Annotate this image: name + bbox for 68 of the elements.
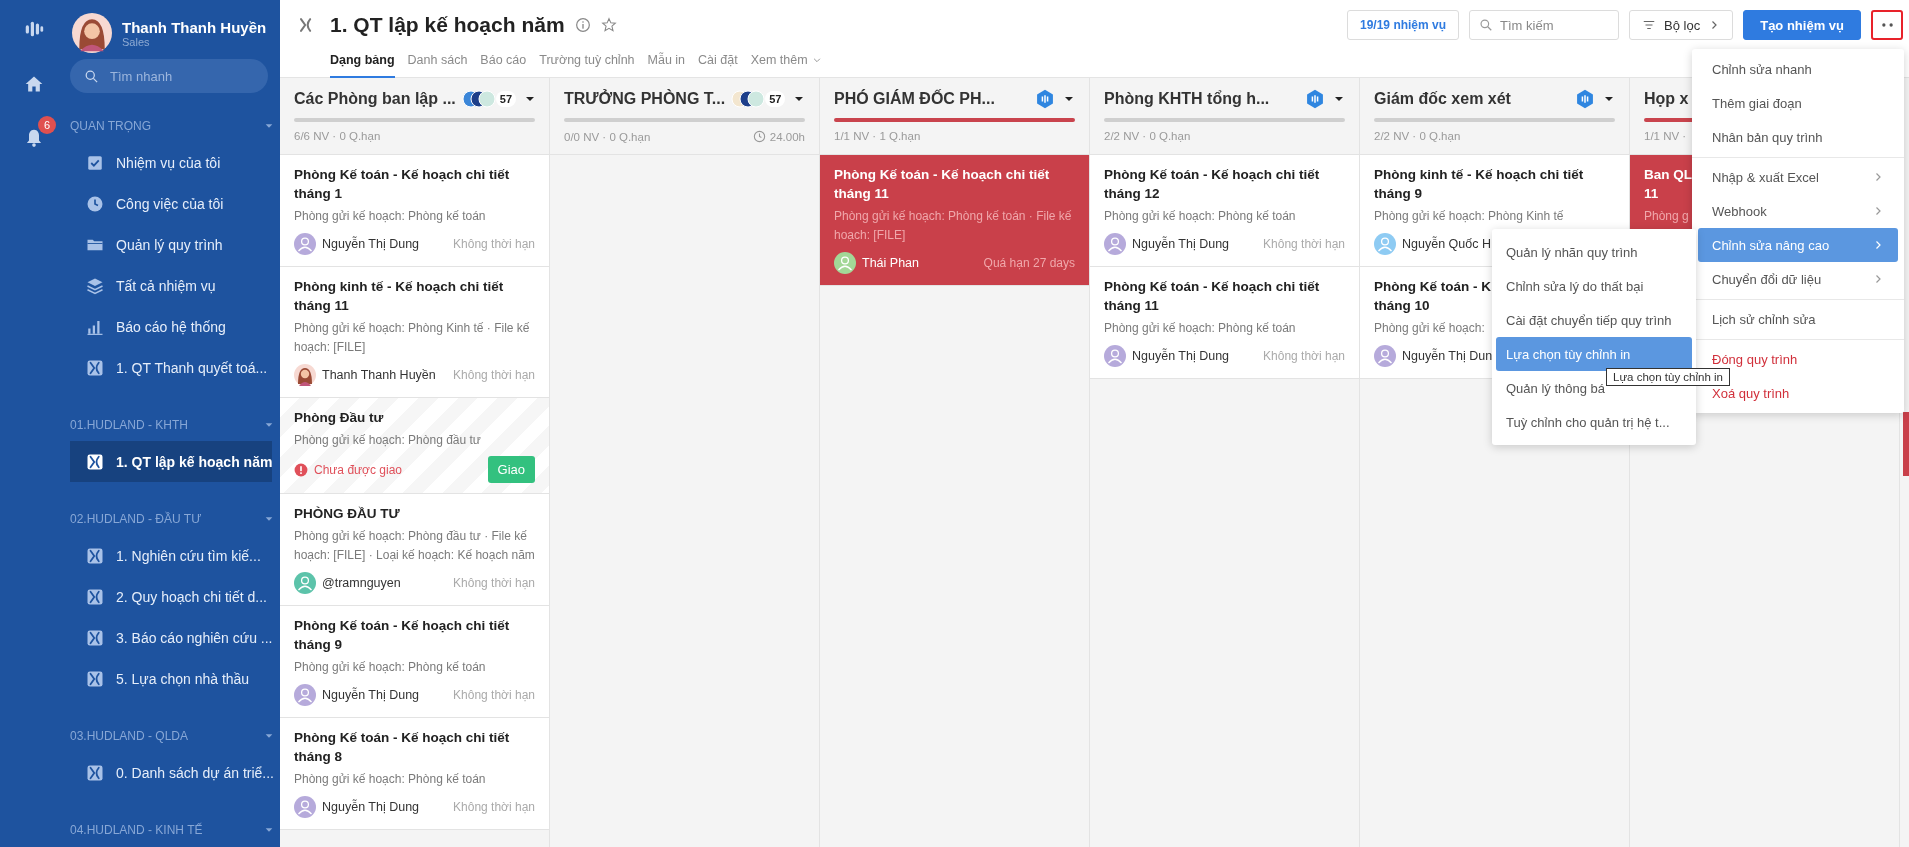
assignee-name: Nguyễn Thị Dung <box>322 800 420 814</box>
due-label: Không thời hạn <box>1263 237 1345 251</box>
column-stats: 0/0 NV · 0 Q.hạn <box>564 130 651 143</box>
due-label: Không thời hạn <box>453 237 535 251</box>
card-title: Phòng Kế toán - Kế hoạch chi tiết tháng 11 <box>1104 278 1321 315</box>
card-description: Phòng gửi kế hoạch: Phòng kế toán · File kế hoạch: [FILE] <box>834 208 1073 244</box>
assignee-name: Thanh Thanh Huyền <box>322 368 436 382</box>
card-description: Phòng g <box>1644 208 1689 225</box>
assignee-name: Nguyễn Thị Dung <box>1132 237 1230 251</box>
group-title: QUAN TRỌNG <box>70 119 152 133</box>
column-title: TRƯỞNG PHÒNG T... <box>564 90 726 108</box>
status-text: Chưa được giao <box>314 462 402 477</box>
card-description: Phòng gửi kế hoạch: Phòng kế toán <box>294 208 486 225</box>
card-description: Phòng gửi kế hoạch: Phòng Kinh tế · File kế hoạch: [FILE] <box>294 320 531 356</box>
assignee-name: Nguyễn Thị Dun <box>1402 349 1493 363</box>
group-title: 04.HUDLAND - KINH TẾ <box>70 823 203 837</box>
assignee-name: Nguyễn Quốc H <box>1402 237 1491 251</box>
column-stats: 2/2 NV · 0 Q.hạn <box>1104 130 1191 142</box>
user-name: Thanh Thanh Huyền <box>122 18 267 36</box>
due-label: Không thời hạn <box>453 368 535 382</box>
column-title: Giám đốc xem xét <box>1374 90 1511 108</box>
card-title: Phòng kinh tế - Kế hoạch chi tiết tháng 9 <box>1374 166 1585 203</box>
assignee-name: @tramnguyen <box>322 576 401 590</box>
card-description: Phòng gửi kế hoạch: Phòng Kinh tế <box>1374 208 1564 225</box>
assignee-name: Thái Phan <box>862 256 919 270</box>
column-title: Họp x <box>1644 90 1689 108</box>
card-title: Phòng Kế toán - Kế hoạch chi tiết tháng 9 <box>294 617 511 654</box>
card-description: Phòng gửi kế hoạch: Phòng kế toán <box>1104 208 1296 225</box>
column-title: Phòng KHTH tổng h... <box>1104 90 1270 108</box>
card-title: Phòng Đầu tư <box>294 409 384 427</box>
member-count: 57 <box>495 91 517 107</box>
card-description: Phòng gửi kế hoạch: <box>1374 320 1485 337</box>
column-title: Các Phòng ban lập ... <box>294 90 456 108</box>
column-title: PHÓ GIÁM ĐỐC PH... <box>834 90 995 108</box>
due-label: Không thời hạn <box>453 800 535 814</box>
due-label: Không thời hạn <box>1263 349 1345 363</box>
card-description: Phòng gửi kế hoạch: Phòng kế toán <box>294 659 486 676</box>
card-title: Phòng Kế toán - Kế hoạch chi tiết tháng 1 <box>294 166 511 203</box>
card-title: Phòng Kế toán - Kế hoạch chi tiết tháng 11 <box>834 166 1051 203</box>
user-role: Sales <box>122 35 151 48</box>
column-stats: 1/1 NV · <box>1644 130 1687 142</box>
due-label: Không thời hạn <box>453 576 535 590</box>
card-title: Phòng kinh tế - Kế hoạch chi tiết tháng 11 <box>294 278 505 315</box>
card-description: Phòng gửi kế hoạch: Phòng đầu tư · File kế hoạch: [FILE] · Loại kế hoạch: Kế hoạch năm <box>294 528 535 564</box>
assignee-name: Nguyễn Thị Dung <box>322 237 420 251</box>
due-label: Quá hạn 27 days <box>983 256 1075 270</box>
card-description: Phòng gửi kế hoạch: Phòng kế toán <box>1104 320 1296 337</box>
card-description: Phòng gửi kế hoạch: Phòng kế toán <box>294 771 486 788</box>
group-title: 02.HUDLAND - ĐẦU TƯ <box>70 512 202 526</box>
card-title: Ban QL 11 <box>1644 166 1692 203</box>
card-title: Phòng Kế toán - Kế hoạch chi tiết tháng 8 <box>294 729 511 766</box>
member-count: 57 <box>765 91 786 107</box>
notification-badge: 6 <box>38 116 56 134</box>
assignee-name: Nguyễn Thị Dung <box>1132 349 1230 363</box>
card-title: Phòng Kế toán - Kế hoạch chi tiết tháng 12 <box>1104 166 1321 203</box>
column-stats: 6/6 NV · 0 Q.hạn <box>294 130 381 142</box>
column-stats: 1/1 NV · 1 Q.hạn <box>834 130 921 142</box>
card-title: PHÒNG ĐẦU TƯ <box>294 505 400 523</box>
duration-label: 24.00h <box>769 130 805 143</box>
due-label: Không thời hạn <box>453 688 535 702</box>
card-description: Phòng gửi kế hoạch: Phòng đầu tư <box>294 432 481 449</box>
page-title: 1. QT lập kế hoạch năm <box>330 13 565 37</box>
group-title: 01.HUDLAND - KHTH <box>70 418 189 432</box>
card-title: Phòng Kế toán - K tháng 10 <box>1374 278 1491 315</box>
group-title: 03.HUDLAND - QLDA <box>70 729 189 743</box>
tooltip: Lựa chọn tùy chỉnh in <box>1606 368 1730 386</box>
assignee-name: Nguyễn Thị Dung <box>322 688 420 702</box>
column-stats: 2/2 NV · 0 Q.hạn <box>1374 130 1461 142</box>
